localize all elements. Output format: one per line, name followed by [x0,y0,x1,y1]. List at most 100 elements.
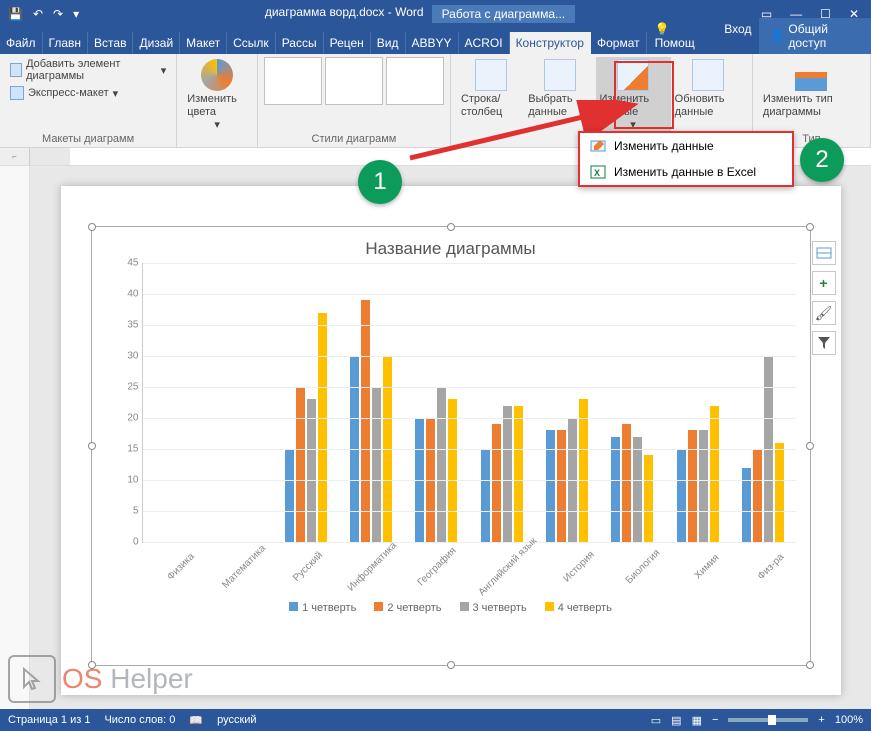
bar[interactable] [633,437,642,542]
bar[interactable] [285,449,294,542]
bar[interactable] [688,430,697,542]
bar[interactable] [611,437,620,542]
chart-filters-button[interactable] [812,331,836,355]
undo-icon[interactable]: ↶ [33,7,43,21]
bar[interactable] [677,449,686,542]
bar[interactable] [710,406,719,542]
chart-style-1[interactable] [264,57,322,105]
tab-references[interactable]: Ссылк [227,32,276,54]
category-group[interactable] [143,263,208,542]
zoom-level[interactable]: 100% [835,714,863,726]
view-web-layout[interactable]: ▦ [692,714,702,727]
tab-view[interactable]: Вид [371,32,406,54]
bar[interactable] [775,443,784,542]
view-print-layout[interactable]: ▤ [671,714,681,727]
bar[interactable] [492,424,501,542]
bar[interactable] [753,449,762,542]
bar[interactable] [546,430,555,542]
bar[interactable] [503,406,512,542]
status-proofing-icon[interactable]: 📖 [189,714,203,727]
tab-insert[interactable]: Встав [88,32,133,54]
tab-mailings[interactable]: Рассы [276,32,324,54]
chart-styles-button[interactable]: 🖌 [812,301,836,325]
bar[interactable] [557,430,566,542]
category-group[interactable] [665,263,730,542]
legend-item[interactable]: 2 четверть [374,602,441,614]
bar[interactable] [296,387,305,542]
legend-item[interactable]: 1 четверть [289,602,356,614]
tab-home[interactable]: Главн [43,32,89,54]
tab-format[interactable]: Формат [591,32,647,54]
chart-styles-gallery[interactable] [264,57,444,105]
bar[interactable] [437,387,446,542]
tab-file[interactable]: Файл [0,32,43,54]
chart-layout-options-button[interactable] [812,241,836,265]
tab-acrobat[interactable]: ACROI [459,32,510,54]
tab-help[interactable]: 💡 Помощ [647,18,717,54]
category-group[interactable] [273,263,338,542]
bar[interactable] [318,313,327,542]
dropdown-edit-excel[interactable]: X Изменить данные в Excel [580,159,792,185]
category-group[interactable] [730,263,795,542]
zoom-in[interactable]: + [818,714,824,726]
refresh-data-button[interactable]: Обновить данные [671,57,746,135]
category-group[interactable] [338,263,403,542]
bar[interactable] [579,399,588,542]
chart-plot-area[interactable]: 051015202530354045 [142,263,796,543]
bar[interactable] [372,387,381,542]
x-axis-label: Физ-ра [744,540,797,593]
share-button[interactable]: 👤 Общий доступ [759,18,871,54]
vertical-ruler[interactable] [0,166,30,715]
change-colors-button[interactable]: Изменить цвета ▾ [183,57,251,135]
add-chart-element-button[interactable]: Добавить элемент диаграммы ▾ [6,57,170,83]
dropdown-edit-data[interactable]: Изменить данные [580,133,792,159]
switch-row-col-button[interactable]: Строка/столбец [457,57,524,135]
status-wordcount[interactable]: Число слов: 0 [104,714,175,726]
bar[interactable] [622,424,631,542]
ruler-corner: ⌐ [0,148,30,165]
tab-review[interactable]: Рецен [324,32,371,54]
bar[interactable] [699,430,708,542]
chart-title[interactable]: Название диаграммы [96,231,806,263]
category-group[interactable] [534,263,599,542]
zoom-out[interactable]: − [712,714,718,726]
status-page[interactable]: Страница 1 из 1 [8,714,90,726]
funnel-icon [817,336,831,350]
quick-layout-button[interactable]: Экспресс-макет ▾ [6,85,170,101]
category-group[interactable] [404,263,469,542]
bar[interactable] [307,399,316,542]
select-data-button[interactable]: Выбрать данные [524,57,595,135]
tab-layout[interactable]: Макет [180,32,227,54]
chart-style-3[interactable] [386,57,444,105]
bar[interactable] [361,300,370,542]
chart-object[interactable]: + 🖌 Название диаграммы 05101520253035404… [91,226,811,666]
x-axis-label: Информатика [346,540,399,593]
legend-item[interactable]: 3 четверть [460,602,527,614]
change-chart-type-button[interactable]: Изменить тип диаграммы [759,57,864,121]
bar[interactable] [448,399,457,542]
tab-abbyy[interactable]: ABBYY [406,32,459,54]
bar[interactable] [514,406,523,542]
zoom-slider[interactable] [728,718,808,722]
view-read-mode[interactable]: ▭ [651,714,661,727]
redo-icon[interactable]: ↷ [53,7,63,21]
tab-design[interactable]: Дизай [133,32,180,54]
edit-data-button[interactable]: Изменить данные ▾ [596,57,671,135]
bar[interactable] [742,468,751,542]
category-group[interactable] [600,263,665,542]
category-group[interactable] [208,263,273,542]
refresh-icon [692,59,724,91]
legend-item[interactable]: 4 четверть [545,602,612,614]
save-icon[interactable]: 💾 [8,7,23,21]
status-language[interactable]: русский [217,714,256,726]
chart-legend[interactable]: 1 четверть 2 четверть 3 четверть 4 четверть [96,602,806,614]
x-axis-label: Русский [282,540,335,593]
login-button[interactable]: Вход [716,18,759,54]
chart-style-2[interactable] [325,57,383,105]
tab-constructor[interactable]: Конструктор [510,32,591,54]
ribbon-group-layouts: Макеты диаграмм [6,131,170,145]
category-group[interactable] [469,263,534,542]
chart-elements-button[interactable]: + [812,271,836,295]
bar[interactable] [481,449,490,542]
bar[interactable] [644,455,653,542]
